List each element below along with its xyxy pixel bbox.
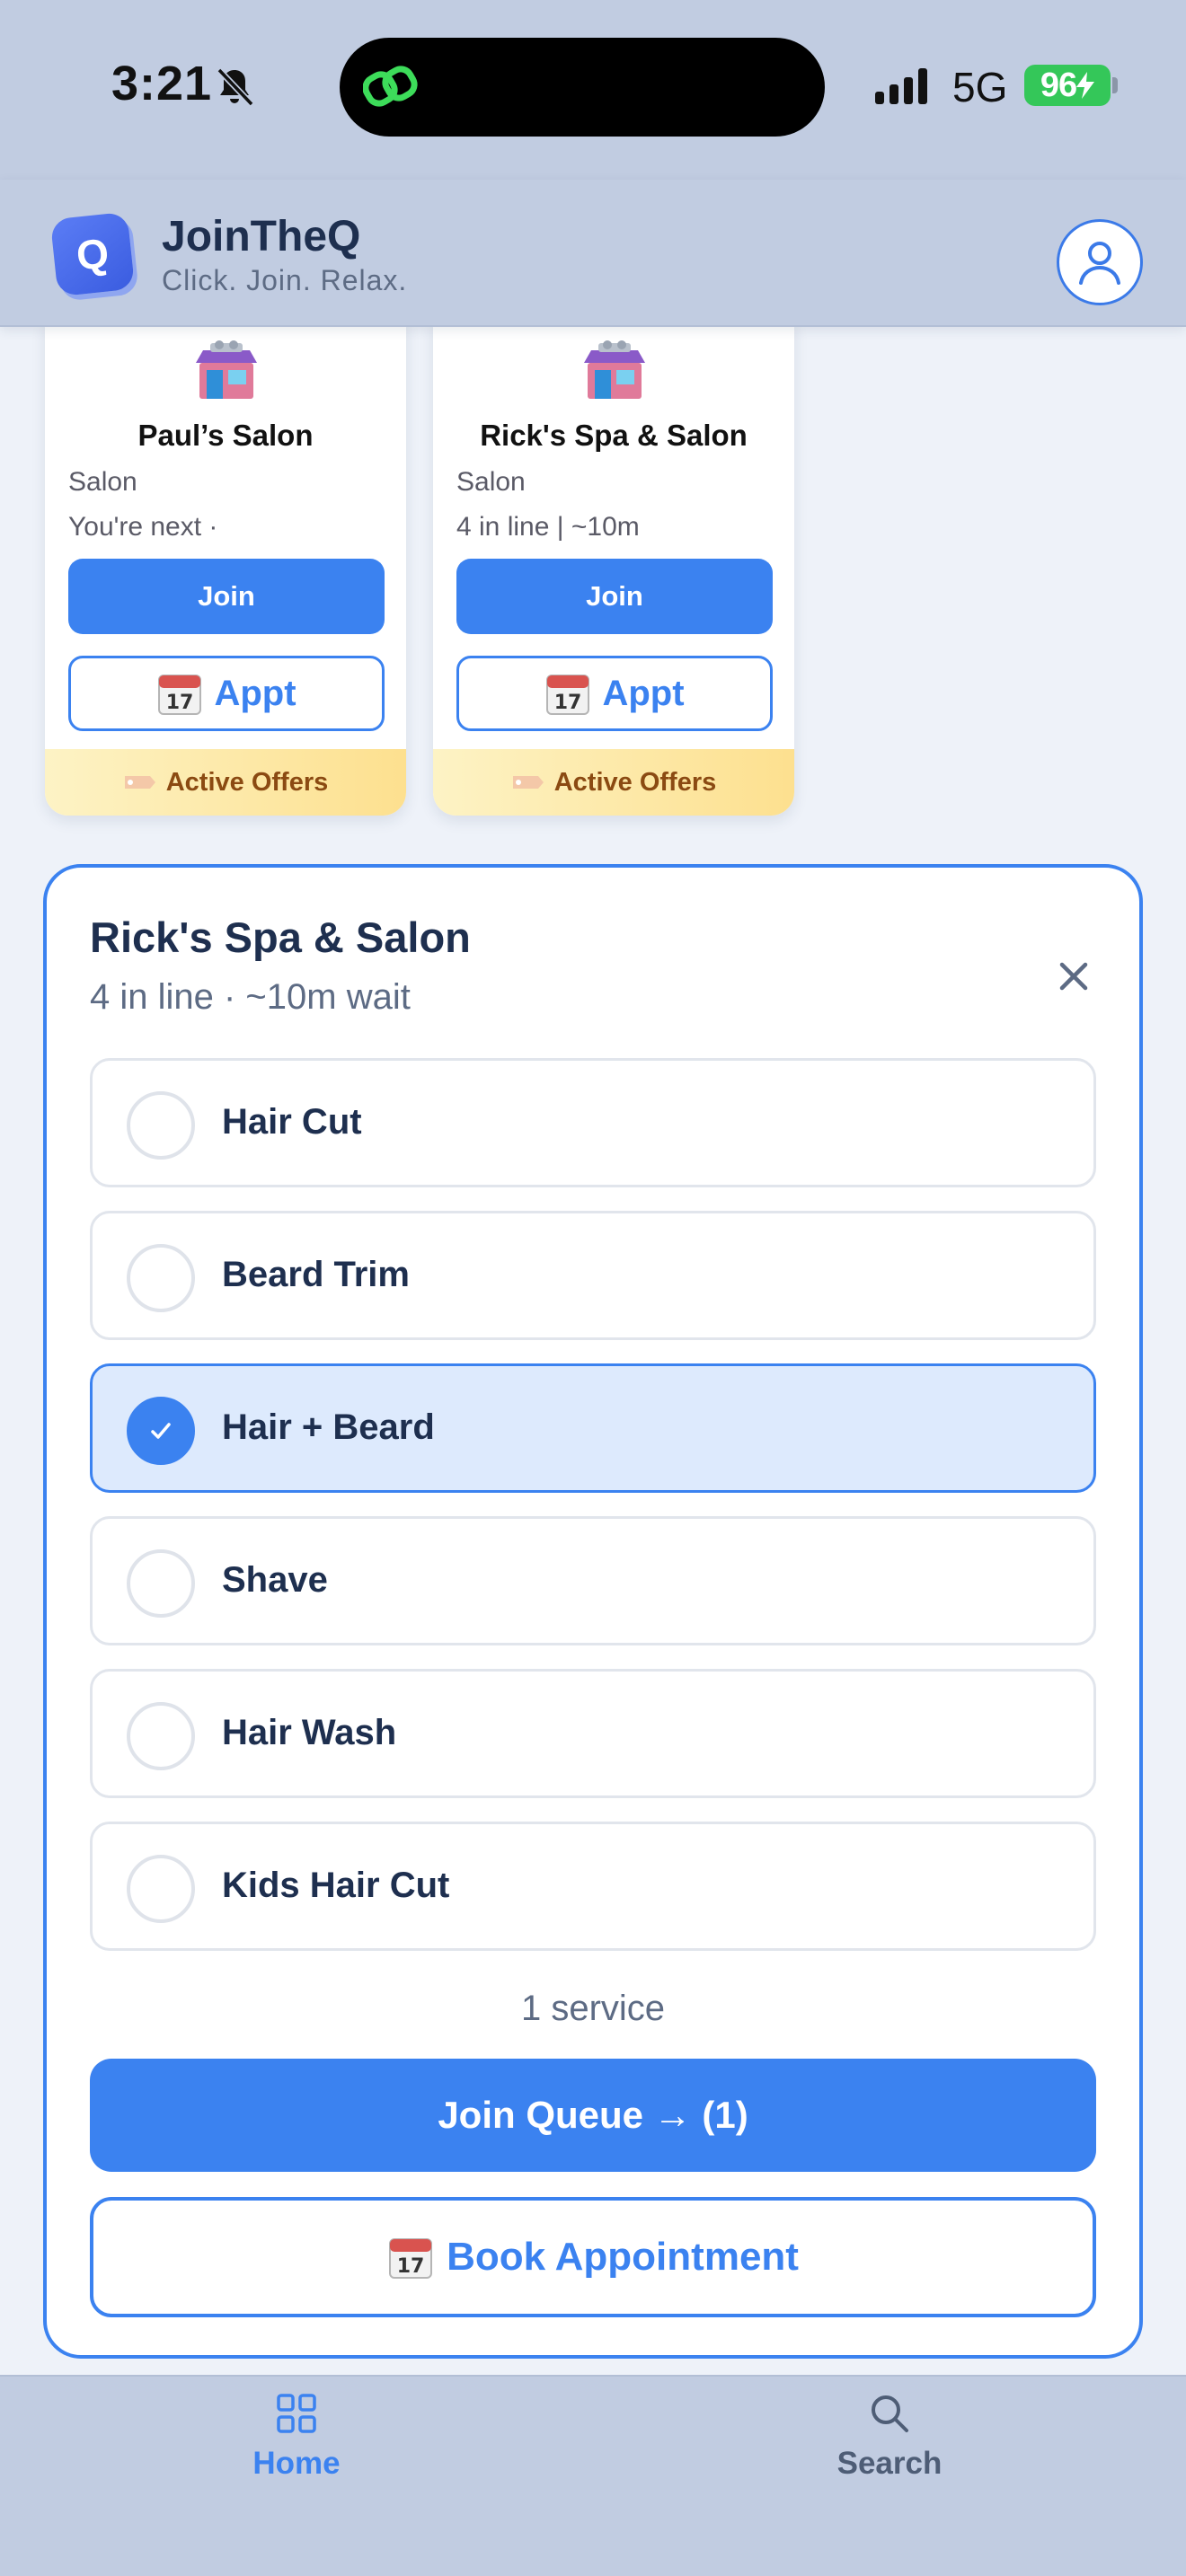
service-option-hair-wash[interactable]: Hair Wash <box>90 1669 1096 1798</box>
network-label: 5G <box>952 64 1008 110</box>
offers-label: Active Offers <box>553 767 717 797</box>
radio-button[interactable] <box>127 1702 195 1770</box>
tab-home-label: Home <box>252 2446 341 2481</box>
tab-home[interactable]: Home <box>153 2378 440 2495</box>
app-logo: Q <box>49 211 136 297</box>
appointment-label: Appt <box>214 673 296 713</box>
signal-icon <box>875 68 927 104</box>
salon-name: Rick's Spa & Salon <box>480 419 748 452</box>
appointment-button[interactable]: 17 Appt <box>68 656 385 731</box>
calendar-icon: 17 <box>546 675 590 715</box>
calendar-icon: 17 <box>389 2238 433 2279</box>
service-label: Hair + Beard <box>222 1407 435 1447</box>
salon-card-pauls[interactable]: Paul’s Salon Salon You're next · Join 17… <box>45 320 406 816</box>
panel-title: Rick's Spa & Salon <box>90 913 471 961</box>
service-label: Kids Hair Cut <box>222 1866 450 1905</box>
book-appointment-button[interactable]: 17 Book Appointment <box>90 2197 1096 2317</box>
check-icon <box>151 1423 171 1439</box>
salon-name: Paul’s Salon <box>137 419 314 452</box>
service-option-hair-beard[interactable]: Hair + Beard <box>90 1363 1096 1493</box>
app-tagline: Click. Join. Relax. <box>162 264 408 296</box>
salon-card-ricks[interactable]: Rick's Spa & Salon Salon 4 in line | ~10… <box>433 320 794 816</box>
service-option-shave[interactable]: Shave <box>90 1516 1096 1645</box>
grid-icon <box>277 2394 316 2433</box>
queue-status: 4 in line | ~10m <box>456 512 640 542</box>
app-title: JoinTheQ <box>162 213 361 260</box>
link-icon <box>363 66 418 107</box>
selected-service-count: 1 service <box>520 1989 666 2028</box>
appointment-label: Appt <box>602 673 685 713</box>
service-label: Shave <box>222 1560 328 1600</box>
tag-icon <box>124 776 155 789</box>
service-option-hair-cut[interactable]: Hair Cut <box>90 1058 1096 1187</box>
panel-subtitle: 4 in line · ~10m wait <box>90 977 411 1017</box>
calendar-icon: 17 <box>158 675 202 715</box>
service-label: Hair Cut <box>222 1102 362 1142</box>
svg-text:17: 17 <box>397 2255 425 2278</box>
tab-bar: Home Search <box>0 2375 1186 2576</box>
join-button[interactable]: Join <box>456 559 773 634</box>
storefront-icon <box>584 340 645 399</box>
radio-button-checked[interactable] <box>127 1397 195 1465</box>
book-appointment-label: Book Appointment <box>447 2235 799 2279</box>
join-button[interactable]: Join <box>68 559 385 634</box>
salon-type: Salon <box>68 467 137 497</box>
logo-letter: Q <box>74 229 111 279</box>
battery-indicator: 96 <box>1024 65 1111 106</box>
queue-status: You're next · <box>68 512 218 542</box>
user-icon <box>1079 242 1120 285</box>
charging-bolt-icon <box>1076 72 1095 99</box>
bell-slash-icon <box>217 67 254 107</box>
dynamic-island <box>340 38 825 137</box>
radio-button[interactable] <box>127 1855 195 1923</box>
tab-search[interactable]: Search <box>746 2378 1033 2495</box>
status-time: 3:21 <box>111 57 213 110</box>
status-bar: 3:21 5G 96 <box>0 0 1186 180</box>
service-option-beard-trim[interactable]: Beard Trim <box>90 1211 1096 1340</box>
service-option-kids-hair-cut[interactable]: Kids Hair Cut <box>90 1822 1096 1951</box>
service-label: Hair Wash <box>222 1713 397 1752</box>
service-selection-panel: Rick's Spa & Salon 4 in line · ~10m wait… <box>43 864 1143 2359</box>
active-offers-banner[interactable]: Active Offers <box>45 749 406 816</box>
tab-search-label: Search <box>836 2446 943 2481</box>
salon-type: Salon <box>456 467 526 497</box>
battery-level: 96 <box>1040 66 1077 104</box>
active-offers-banner[interactable]: Active Offers <box>433 749 794 816</box>
service-label: Beard Trim <box>222 1255 410 1294</box>
battery-nub <box>1112 77 1118 93</box>
join-queue-button[interactable]: Join Queue → (1) <box>90 2059 1096 2172</box>
appointment-button[interactable]: 17 Appt <box>456 656 773 731</box>
svg-text:17: 17 <box>554 692 582 714</box>
radio-button[interactable] <box>127 1091 195 1160</box>
tag-icon <box>512 776 544 789</box>
radio-button[interactable] <box>127 1549 195 1618</box>
close-icon <box>1059 962 1088 991</box>
app-header: Q JoinTheQ Click. Join. Relax. <box>0 180 1186 327</box>
radio-button[interactable] <box>127 1244 195 1312</box>
offers-label: Active Offers <box>165 767 329 797</box>
profile-button[interactable] <box>1057 219 1143 305</box>
search-icon <box>872 2395 908 2432</box>
svg-text:17: 17 <box>166 692 194 714</box>
storefront-icon <box>196 340 257 399</box>
close-button[interactable] <box>1048 950 1100 1002</box>
